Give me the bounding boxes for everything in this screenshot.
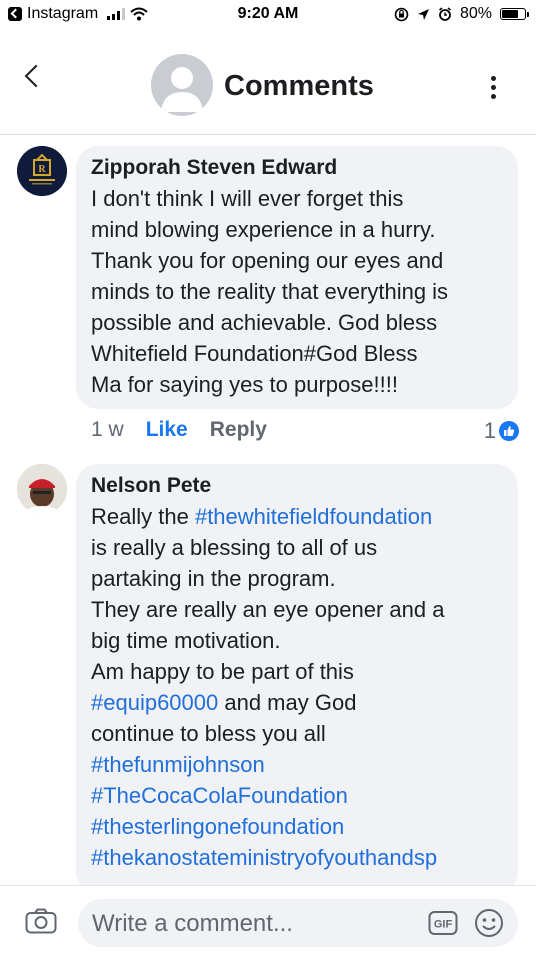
comment-line: mind blowing experience in a hurry.: [91, 217, 436, 242]
back-arrow-icon[interactable]: [24, 64, 48, 88]
reaction-count: 1: [483, 418, 496, 443]
like-button[interactable]: Like: [146, 418, 188, 442]
hashtag-link[interactable]: #thefunmijohnson: [91, 749, 504, 780]
svg-text:R: R: [38, 164, 46, 175]
comment-line: They are really an eye opener and a: [91, 597, 445, 622]
hashtag-link[interactable]: #TheCocaColaFoundation: [91, 780, 504, 811]
comment-timestamp: 1 w: [91, 418, 124, 441]
user-photo-icon: [17, 464, 67, 514]
screen-lock-icon: [394, 7, 409, 21]
back-to-app-icon[interactable]: [8, 7, 22, 21]
reply-button[interactable]: Reply: [210, 418, 267, 442]
page-title: Comments: [224, 70, 374, 102]
status-bar: Instagram 9:20 AM 80%: [0, 0, 536, 30]
hashtag-link[interactable]: #equip60000: [91, 690, 218, 715]
comment-actions: 1 w Like Reply: [91, 418, 267, 442]
comment-bubble[interactable]: Zipporah Steven Edward I don't think I w…: [76, 146, 518, 409]
emoji-icon[interactable]: [474, 908, 504, 938]
cellular-signal-icon: [107, 8, 126, 20]
comment-line: Ma for saying yes to purpose!!!!: [91, 372, 398, 397]
comment-composer: Write a comment... GIF: [0, 885, 536, 956]
location-icon: [417, 8, 429, 20]
comments-header: Comments: [0, 30, 536, 135]
comment-author[interactable]: Zipporah Steven Edward: [91, 156, 504, 180]
battery-icon: [500, 8, 529, 20]
status-left: Instagram: [8, 5, 148, 23]
comment-line: minds to the reality that everything is: [91, 279, 449, 304]
comment-text: Really the #thewhitefieldfoundation is r…: [91, 501, 504, 873]
comment-line: is really a blessing to all of us: [91, 535, 378, 560]
more-options-icon[interactable]: [491, 76, 496, 103]
comment-line: partaking in the program.: [91, 566, 336, 591]
back-to-app-label[interactable]: Instagram: [27, 5, 98, 23]
gif-label: GIF: [434, 919, 453, 931]
profile-avatar[interactable]: [151, 54, 213, 116]
reaction-summary[interactable]: 1: [484, 418, 519, 444]
wifi-icon: [130, 7, 148, 21]
comment-text-segment: Really the: [91, 504, 195, 529]
comment-text: I don't think I will ever forget this mi…: [91, 183, 504, 400]
status-right: 80%: [394, 5, 529, 23]
camera-icon[interactable]: [25, 908, 57, 934]
comment-line: big time motivation.: [91, 628, 281, 653]
hashtag-link[interactable]: #thekanostateministryofyouthandsp: [91, 842, 504, 873]
default-avatar-icon: [161, 67, 203, 112]
comment-input-placeholder: Write a comment...: [92, 910, 293, 937]
comment-line: Thank you for opening our eyes and: [91, 248, 444, 273]
thumbs-up-icon: [499, 421, 519, 441]
comment-text-segment: and may God: [218, 690, 357, 715]
commenter-avatar[interactable]: [17, 464, 67, 514]
comment-line: continue to bless you all: [91, 721, 326, 746]
comment-line: #equip60000 and may God: [91, 687, 504, 718]
comment-bubble[interactable]: Nelson Pete Really the #thewhitefieldfou…: [76, 464, 518, 894]
comment-author[interactable]: Nelson Pete: [91, 474, 504, 498]
comment-line: possible and achievable. God bless: [91, 310, 438, 335]
comment-input[interactable]: Write a comment... GIF: [78, 899, 518, 947]
foundation-logo-icon: R: [17, 146, 67, 196]
comment-line: Really the #thewhitefieldfoundation: [91, 501, 504, 532]
battery-percent: 80%: [459, 5, 492, 22]
comment-line: Am happy to be part of this: [91, 659, 354, 684]
comment-line: Whitefield Foundation#God Bless: [91, 341, 418, 366]
hashtag-link[interactable]: #thewhitefieldfoundation: [195, 504, 432, 529]
comment-line: I don't think I will ever forget this: [91, 186, 404, 211]
gif-button-icon[interactable]: GIF: [428, 910, 458, 936]
alarm-icon: [438, 7, 451, 21]
hashtag-link[interactable]: #thesterlingonefoundation: [91, 811, 504, 842]
commenter-avatar[interactable]: R: [17, 146, 67, 196]
